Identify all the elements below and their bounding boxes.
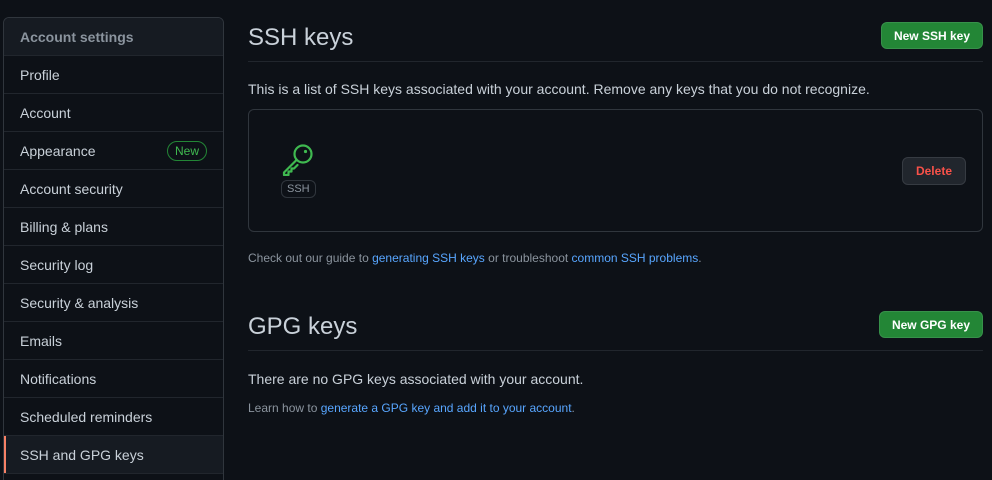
new-ssh-key-button[interactable]: New SSH key (880, 22, 983, 49)
generating-ssh-keys-link[interactable]: generating SSH keys (372, 251, 485, 265)
gpg-learn-suffix: . (571, 401, 575, 415)
sidebar-item-appearance[interactable]: Appearance New (4, 132, 223, 170)
sidebar-item-security-analysis[interactable]: Security & analysis (4, 284, 223, 322)
sidebar-item-label: Account security (20, 180, 123, 197)
main-content: SSH keys New SSH key This is a list of S… (248, 0, 983, 480)
new-gpg-key-button[interactable]: New GPG key (878, 311, 983, 338)
ssh-key-entry: SSH Delete (248, 109, 983, 232)
sidebar-item-account-security[interactable]: Account security (4, 170, 223, 208)
sidebar-header: Account settings (4, 18, 223, 56)
sidebar-item-label: Security log (20, 256, 94, 273)
sidebar-item-label: Profile (20, 66, 60, 83)
settings-page: Account settings Profile Account Appeara… (0, 0, 992, 480)
gpg-learn-prefix: Learn how to (248, 401, 321, 415)
sidebar-item-ssh-gpg-keys[interactable]: SSH and GPG keys (4, 436, 223, 474)
key-icon (281, 142, 315, 177)
sidebar-item-label: Security & analysis (20, 294, 139, 311)
gpg-keys-title: GPG keys (248, 312, 358, 340)
ssh-section-header: SSH keys New SSH key (248, 14, 983, 62)
sidebar-item-label: Appearance (20, 142, 96, 159)
ssh-guide-middle: or troubleshoot (484, 251, 572, 265)
sidebar-item-label: Account (20, 104, 71, 121)
gpg-empty-text: There are no GPG keys associated with yo… (248, 371, 584, 387)
ssh-guide-prefix: Check out our guide to (248, 251, 373, 265)
ssh-type-label: SSH (281, 180, 316, 198)
gpg-learn-text: Learn how to generate a GPG key and add … (248, 401, 575, 415)
ssh-keys-title: SSH keys (248, 23, 354, 51)
ssh-description: This is a list of SSH keys associated wi… (248, 81, 870, 97)
sidebar-item-label: Scheduled reminders (20, 408, 153, 425)
sidebar-item-notifications[interactable]: Notifications (4, 360, 223, 398)
sidebar-item-security-log[interactable]: Security log (4, 246, 223, 284)
gpg-section-header: GPG keys New GPG key (248, 303, 983, 351)
sidebar-item-account[interactable]: Account (4, 94, 223, 132)
new-badge: New (166, 140, 207, 161)
ssh-guide-text: Check out our guide to generating SSH ke… (248, 251, 702, 265)
delete-key-button[interactable]: Delete (901, 157, 966, 185)
settings-sidebar: Account settings Profile Account Appeara… (3, 17, 224, 480)
sidebar-item-label: SSH and GPG keys (20, 446, 144, 463)
sidebar-item-scheduled-reminders[interactable]: Scheduled reminders (4, 398, 223, 436)
generate-gpg-key-link[interactable]: generate a GPG key and add it to your ac… (321, 401, 572, 415)
sidebar-item-label: Notifications (20, 370, 97, 387)
sidebar-item-label: Emails (20, 332, 63, 349)
sidebar-item-profile[interactable]: Profile (4, 56, 223, 94)
sidebar-item-emails[interactable]: Emails (4, 322, 223, 360)
common-ssh-problems-link[interactable]: common SSH problems (572, 251, 699, 265)
sidebar-item-label: Billing & plans (20, 218, 108, 235)
sidebar-item-billing[interactable]: Billing & plans (4, 208, 223, 246)
ssh-guide-suffix: . (698, 251, 702, 265)
